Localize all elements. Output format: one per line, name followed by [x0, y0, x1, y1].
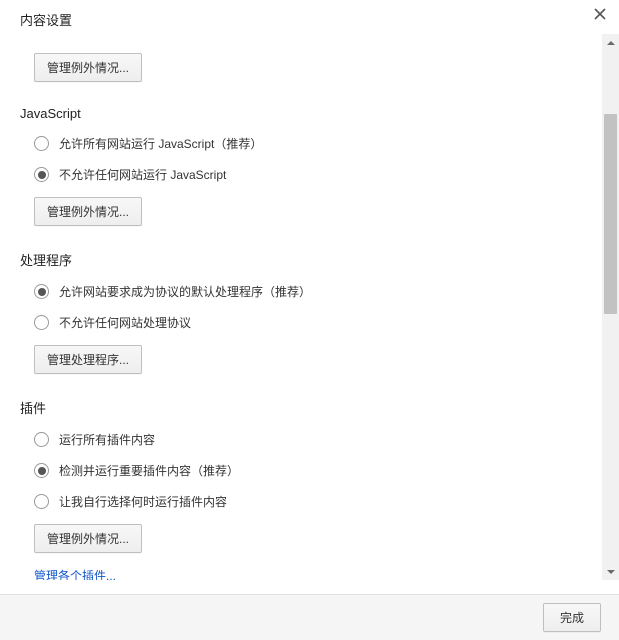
radio-label: 让我自行选择何时运行插件内容	[59, 493, 227, 510]
manage-individual-plugins-link[interactable]: 管理各个插件...	[34, 569, 116, 580]
section-title-javascript: JavaScript	[20, 106, 600, 121]
radio-label: 运行所有插件内容	[59, 431, 155, 448]
dialog-footer: 完成	[0, 594, 619, 640]
scroll-area: 内容设置 管理例外情况... JavaScript 允许所有网站运行 JavaS…	[0, 0, 600, 580]
radio-label: 不允许任何网站运行 JavaScript	[59, 166, 226, 183]
radio-row-plugins-choose[interactable]: 让我自行选择何时运行插件内容	[34, 493, 600, 510]
scrollbar-down-button[interactable]	[602, 563, 619, 580]
manage-handlers-button[interactable]: 管理处理程序...	[34, 345, 142, 374]
scrollbar-up-button[interactable]	[602, 34, 619, 51]
radio-icon	[34, 136, 49, 151]
radio-icon	[34, 315, 49, 330]
scrollbar[interactable]	[602, 34, 619, 580]
section-javascript: JavaScript 允许所有网站运行 JavaScript（推荐） 不允许任何…	[20, 106, 600, 226]
manage-exceptions-plugins-button[interactable]: 管理例外情况...	[34, 524, 142, 553]
section-title-handlers: 处理程序	[20, 250, 600, 269]
done-button[interactable]: 完成	[543, 603, 601, 632]
content-settings-dialog: 内容设置 管理例外情况... JavaScript 允许所有网站运行 JavaS…	[0, 0, 619, 640]
radio-row-plugins-detect[interactable]: 检测并运行重要插件内容（推荐）	[34, 462, 600, 479]
radio-icon	[34, 494, 49, 509]
section-title-plugins: 插件	[20, 398, 600, 417]
radio-row-plugins-all[interactable]: 运行所有插件内容	[34, 431, 600, 448]
section-handlers: 处理程序 允许网站要求成为协议的默认处理程序（推荐） 不允许任何网站处理协议 管…	[20, 250, 600, 374]
radio-icon	[34, 284, 49, 299]
radio-icon	[34, 432, 49, 447]
radio-label: 允许所有网站运行 JavaScript（推荐）	[59, 135, 262, 152]
radio-icon	[34, 463, 49, 478]
scrollbar-thumb[interactable]	[604, 114, 617, 314]
radio-label: 检测并运行重要插件内容（推荐）	[59, 462, 239, 479]
page-title: 内容设置	[20, 10, 600, 29]
radio-label: 不允许任何网站处理协议	[59, 314, 191, 331]
chevron-down-icon	[607, 565, 615, 579]
radio-icon	[34, 167, 49, 182]
radio-row-js-block[interactable]: 不允许任何网站运行 JavaScript	[34, 166, 600, 183]
radio-row-handlers-block[interactable]: 不允许任何网站处理协议	[34, 314, 600, 331]
radio-label: 允许网站要求成为协议的默认处理程序（推荐）	[59, 283, 311, 300]
manage-exceptions-js-button[interactable]: 管理例外情况...	[34, 197, 142, 226]
manage-exceptions-top-button[interactable]: 管理例外情况...	[34, 53, 142, 82]
chevron-up-icon	[607, 36, 615, 50]
radio-row-js-allow[interactable]: 允许所有网站运行 JavaScript（推荐）	[34, 135, 600, 152]
radio-row-handlers-allow[interactable]: 允许网站要求成为协议的默认处理程序（推荐）	[34, 283, 600, 300]
section-plugins: 插件 运行所有插件内容 检测并运行重要插件内容（推荐） 让我自行选择何时运行插件…	[20, 398, 600, 580]
